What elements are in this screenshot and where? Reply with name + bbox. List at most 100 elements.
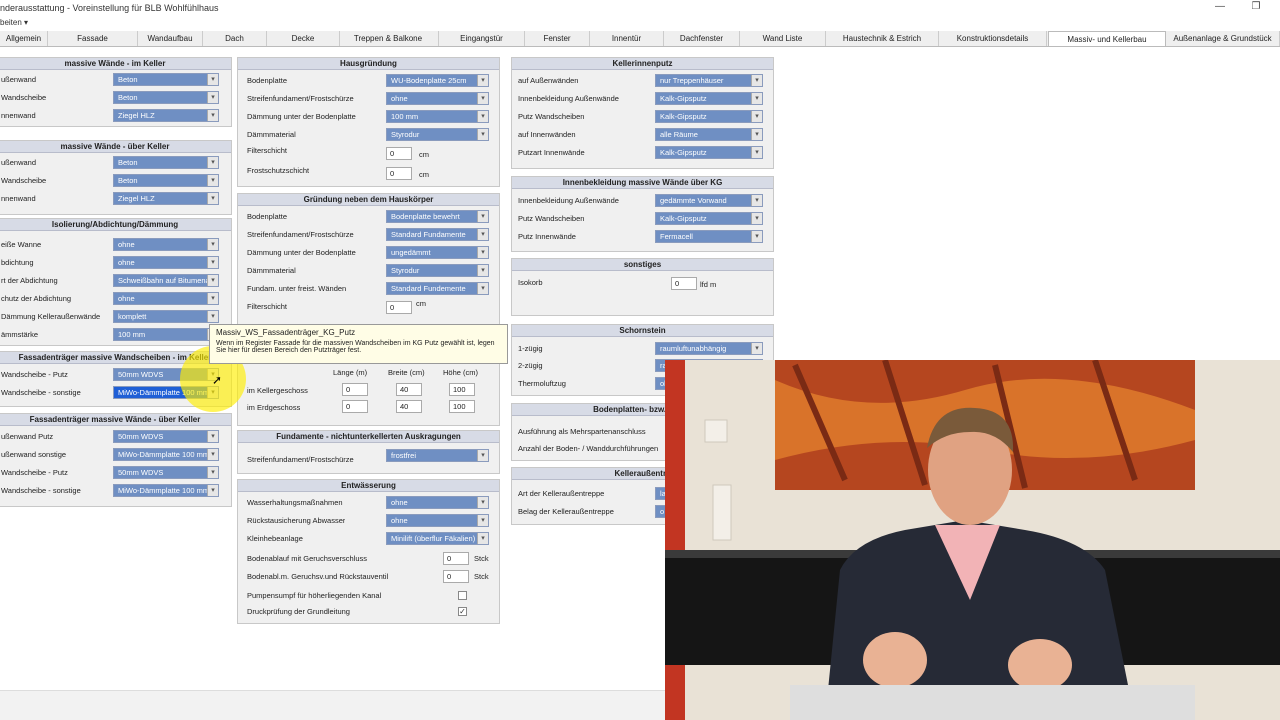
- chevron-down-icon[interactable]: ▾: [751, 343, 762, 354]
- dim-field-0-1[interactable]: 40: [396, 383, 422, 396]
- dropdown-gn-3[interactable]: Styrodur ▾: [386, 264, 489, 277]
- chevron-down-icon[interactable]: ▾: [207, 110, 218, 121]
- tab-15[interactable]: Außenanlage & Grundstück: [1166, 31, 1280, 46]
- dropdown-ent-0[interactable]: ohne ▾: [386, 496, 489, 509]
- chevron-down-icon[interactable]: ▾: [207, 157, 218, 168]
- chevron-down-icon[interactable]: ▾: [751, 129, 762, 140]
- dropdown-fa[interactable]: frostfrei ▾: [386, 449, 489, 462]
- dropdown-ib-2[interactable]: Fermacell ▾: [655, 230, 763, 243]
- tab-6[interactable]: Treppen & Balkone: [338, 31, 439, 46]
- number-isokorb[interactable]: 0: [671, 277, 697, 290]
- dropdown-p1-1[interactable]: Beton ▾: [113, 91, 219, 104]
- dim-field-1-2[interactable]: 100: [449, 400, 475, 413]
- chevron-down-icon[interactable]: ▾: [207, 92, 218, 103]
- chevron-down-icon[interactable]: ▾: [207, 193, 218, 204]
- chevron-down-icon[interactable]: ▾: [751, 111, 762, 122]
- chevron-down-icon[interactable]: ▾: [477, 75, 488, 86]
- chevron-down-icon[interactable]: ▾: [207, 449, 218, 460]
- dropdown-hg-1[interactable]: ohne ▾: [386, 92, 489, 105]
- chevron-down-icon[interactable]: ▾: [477, 265, 488, 276]
- chevron-down-icon[interactable]: ▾: [751, 93, 762, 104]
- tab-1[interactable]: Allgemein: [0, 31, 48, 46]
- dropdown-kp-1[interactable]: Kalk-Gipsputz ▾: [655, 92, 763, 105]
- dropdown-ib-1[interactable]: Kalk-Gipsputz ▾: [655, 212, 763, 225]
- menu-bearbeiten[interactable]: beiten ▾: [0, 16, 28, 30]
- number-gn-filter[interactable]: 0: [386, 301, 412, 314]
- tab-9[interactable]: Innentür: [590, 31, 664, 46]
- chevron-down-icon[interactable]: ▾: [751, 195, 762, 206]
- dropdown-kp-3[interactable]: alle Räume ▾: [655, 128, 763, 141]
- chevron-down-icon[interactable]: ▾: [477, 533, 488, 544]
- dropdown-gn-1[interactable]: Standard Fundamente ▾: [386, 228, 489, 241]
- number-ent-0[interactable]: 0: [443, 552, 469, 565]
- chevron-down-icon[interactable]: ▾: [477, 515, 488, 526]
- dropdown-gn-2[interactable]: ungedämmt ▾: [386, 246, 489, 259]
- dropdown-p5-2[interactable]: 50mm WDVS ▾: [113, 466, 219, 479]
- chevron-down-icon[interactable]: ▾: [477, 229, 488, 240]
- chevron-down-icon[interactable]: ▾: [477, 247, 488, 258]
- chevron-down-icon[interactable]: ▾: [207, 74, 218, 85]
- dropdown-p2-0[interactable]: Beton ▾: [113, 156, 219, 169]
- dropdown-p5-1[interactable]: MiWo-Dämmplatte 100 mm ▾: [113, 448, 219, 461]
- chevron-down-icon[interactable]: ▾: [207, 485, 218, 496]
- dropdown-p1-2[interactable]: Ziegel HLZ ▾: [113, 109, 219, 122]
- dropdown-hg-3[interactable]: Styrodur ▾: [386, 128, 489, 141]
- tab-3[interactable]: Wandaufbau: [138, 31, 203, 46]
- chevron-down-icon[interactable]: ▾: [477, 93, 488, 104]
- tab-2[interactable]: Fassade: [48, 31, 138, 46]
- restore-icon[interactable]: ❐: [1248, 1, 1264, 13]
- number-ent-1[interactable]: 0: [443, 570, 469, 583]
- dropdown-p3-2[interactable]: Schweißbahn auf Bitumena ▾: [113, 274, 219, 287]
- number-hg-0[interactable]: 0: [386, 147, 412, 160]
- tab-5[interactable]: Decke: [267, 31, 340, 46]
- tab-8[interactable]: Fenster: [525, 31, 590, 46]
- tab-14[interactable]: Massiv- und Kellerbau: [1048, 31, 1166, 46]
- tab-4[interactable]: Dach: [203, 31, 267, 46]
- dim-field-1-0[interactable]: 0: [342, 400, 368, 413]
- dropdown-sch-0[interactable]: raumluftunabhängig ▾: [655, 342, 763, 355]
- dropdown-ent-1[interactable]: ohne ▾: [386, 514, 489, 527]
- tab-13[interactable]: Konstruktionsdetails: [939, 31, 1047, 46]
- chevron-down-icon[interactable]: ▾: [207, 175, 218, 186]
- chevron-down-icon[interactable]: ▾: [477, 283, 488, 294]
- dropdown-p2-1[interactable]: Beton ▾: [113, 174, 219, 187]
- tab-10[interactable]: Dachfenster: [664, 31, 740, 46]
- chevron-down-icon[interactable]: ▾: [207, 275, 218, 286]
- chevron-down-icon[interactable]: ▾: [207, 257, 218, 268]
- tab-11[interactable]: Wand Liste: [740, 31, 826, 46]
- dropdown-hg-0[interactable]: WU-Bodenplatte 25cm ▾: [386, 74, 489, 87]
- chevron-down-icon[interactable]: ▾: [477, 211, 488, 222]
- dropdown-p1-0[interactable]: Beton ▾: [113, 73, 219, 86]
- chevron-down-icon[interactable]: ▾: [207, 467, 218, 478]
- chevron-down-icon[interactable]: ▾: [477, 497, 488, 508]
- dropdown-kp-4[interactable]: Kalk-Gipsputz ▾: [655, 146, 763, 159]
- chevron-down-icon[interactable]: ▾: [751, 75, 762, 86]
- dropdown-gn-4[interactable]: Standard Fundemente ▾: [386, 282, 489, 295]
- chevron-down-icon[interactable]: ▾: [207, 293, 218, 304]
- chevron-down-icon[interactable]: ▾: [751, 213, 762, 224]
- dropdown-ib-0[interactable]: gedämmte Vorwand ▾: [655, 194, 763, 207]
- dropdown-p3-0[interactable]: ohne ▾: [113, 238, 219, 251]
- dim-field-0-0[interactable]: 0: [342, 383, 368, 396]
- dropdown-kp-2[interactable]: Kalk-Gipsputz ▾: [655, 110, 763, 123]
- tab-12[interactable]: Haustechnik & Estrich: [826, 31, 939, 46]
- minimize-icon[interactable]: —: [1212, 1, 1228, 13]
- dropdown-p5-0[interactable]: 50mm WDVS ▾: [113, 430, 219, 443]
- dropdown-p3-5[interactable]: 100 mm▾: [113, 328, 219, 341]
- checkbox-ent-0[interactable]: [458, 591, 467, 600]
- chevron-down-icon[interactable]: ▾: [207, 239, 218, 250]
- dim-field-1-1[interactable]: 40: [396, 400, 422, 413]
- chevron-down-icon[interactable]: ▾: [751, 231, 762, 242]
- chevron-down-icon[interactable]: ▾: [477, 450, 488, 461]
- dropdown-hg-2[interactable]: 100 mm ▾: [386, 110, 489, 123]
- chevron-down-icon[interactable]: ▾: [207, 311, 218, 322]
- dropdown-ent-2[interactable]: Minilift (überflur Fäkalien) ▾: [386, 532, 489, 545]
- dropdown-p3-4[interactable]: komplett ▾: [113, 310, 219, 323]
- dropdown-p5-3[interactable]: MiWo-Dämmplatte 100 mm ▾: [113, 484, 219, 497]
- chevron-down-icon[interactable]: ▾: [477, 111, 488, 122]
- dropdown-p3-3[interactable]: ohne ▾: [113, 292, 219, 305]
- dropdown-p3-1[interactable]: ohne ▾: [113, 256, 219, 269]
- chevron-down-icon[interactable]: ▾: [477, 129, 488, 140]
- number-hg-1[interactable]: 0: [386, 167, 412, 180]
- dim-field-0-2[interactable]: 100: [449, 383, 475, 396]
